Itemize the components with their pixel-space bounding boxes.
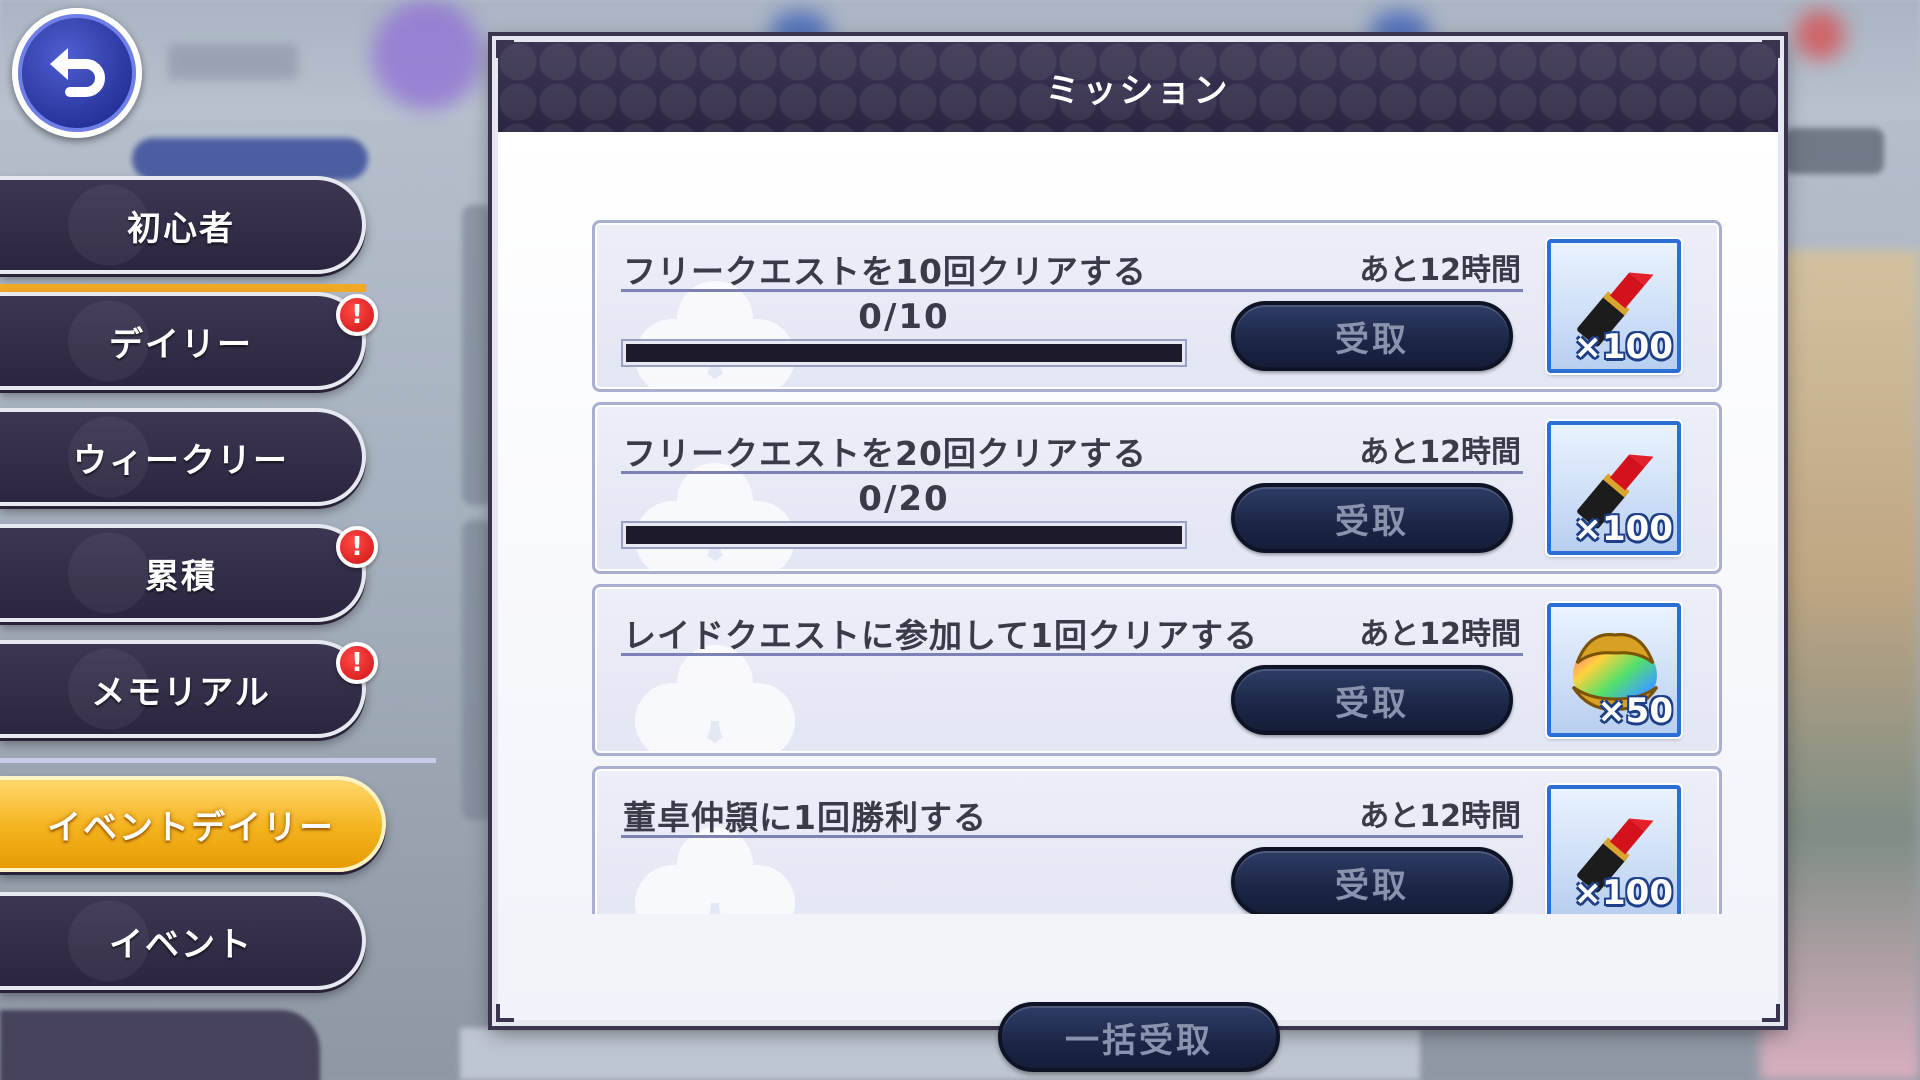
mission-time-left: あと12時間	[1359, 799, 1521, 834]
background-flower-decoration	[372, 0, 482, 110]
reward-item[interactable]: ×100	[1547, 785, 1681, 914]
mission-progress-bar	[621, 339, 1187, 367]
back-arrow-icon	[50, 48, 105, 97]
mission-title: 董卓仲頴に1回勝利する	[623, 798, 987, 837]
mission-divider	[621, 835, 1523, 838]
frame-corner	[496, 1004, 514, 1022]
tab-label: ウィークリー	[73, 440, 289, 481]
background-panel	[462, 520, 492, 820]
frame-corner	[1762, 1004, 1780, 1022]
tab-event[interactable]: イベント	[0, 892, 366, 990]
reward-item[interactable]: ×50	[1547, 603, 1681, 737]
tab-label: 初心者	[127, 208, 235, 249]
mission-progress-text: 0/20	[858, 479, 950, 519]
mission-title: フリークエストを10回クリアする	[623, 252, 1147, 291]
mission-divider	[621, 471, 1523, 474]
mission-item: フリークエストを10回クリアする あと12時間 0/10 受取 ×100	[592, 220, 1722, 392]
background-panel	[462, 205, 492, 505]
claim-button-label: 受取	[1335, 683, 1409, 724]
reward-quantity: ×100	[1573, 509, 1673, 549]
reward-quantity: ×50	[1597, 691, 1673, 731]
exclamation-icon: !	[351, 532, 363, 562]
tab-daily[interactable]: デイリー	[0, 292, 366, 390]
mission-title: レイドクエストに参加して1回クリアする	[623, 616, 1258, 655]
dialog-body: フリークエストを10回クリアする あと12時間 0/10 受取 ×100 フリー…	[498, 132, 1778, 1072]
tab-beginner-accent	[0, 284, 366, 292]
exclamation-icon: !	[351, 648, 363, 678]
claim-all-button[interactable]: 一括受取	[998, 1002, 1280, 1072]
reward-quantity: ×100	[1573, 327, 1673, 367]
tab-cumulative[interactable]: 累積	[0, 524, 366, 622]
back-button[interactable]	[12, 8, 142, 138]
claim-button[interactable]: 受取	[1231, 847, 1513, 914]
mission-time-left: あと12時間	[1359, 435, 1521, 470]
blurred-header-text	[168, 44, 298, 80]
mission-title: フリークエストを20回クリアする	[623, 434, 1147, 473]
background-icon	[1795, 10, 1845, 60]
dialog-title: ミッション	[1045, 70, 1231, 111]
background-character	[1760, 250, 1920, 1080]
sidebar-divider	[0, 758, 436, 763]
reward-item[interactable]: ×100	[1547, 239, 1681, 373]
tab-label: 累積	[145, 556, 217, 597]
notification-badge-memorial: !	[336, 642, 378, 684]
claim-button[interactable]: 受取	[1231, 483, 1513, 553]
mission-time-left: あと12時間	[1359, 253, 1521, 288]
blurred-bottom-button	[0, 1010, 320, 1080]
frame-corner	[496, 40, 514, 58]
exclamation-icon: !	[351, 300, 363, 330]
mission-item: フリークエストを20回クリアする あと12時間 0/20 受取 ×100	[592, 402, 1722, 574]
tab-label: デイリー	[109, 324, 253, 365]
claim-button[interactable]: 受取	[1231, 301, 1513, 371]
tab-beginner[interactable]: 初心者	[0, 176, 366, 274]
claim-button-label: 受取	[1335, 319, 1409, 360]
tab-label: イベントデイリー	[47, 807, 335, 848]
tab-event-daily[interactable]: イベントデイリー	[0, 776, 386, 872]
dialog-header: ミッション	[498, 42, 1778, 132]
notification-badge-cumulative: !	[336, 526, 378, 568]
mission-divider	[621, 653, 1523, 656]
mission-divider	[621, 289, 1523, 292]
mission-progress-bar	[621, 521, 1187, 549]
tab-memorial[interactable]: メモリアル	[0, 640, 366, 738]
tab-label: イベント	[109, 924, 253, 965]
blurred-header-pill	[132, 138, 368, 180]
mission-item: レイドクエストに参加して1回クリアする あと12時間 受取 ×50	[592, 584, 1722, 756]
mission-dialog: ミッション フリークエストを10回クリアする あと12時間 0/10 受取 ×1…	[488, 32, 1788, 1072]
mission-time-left: あと12時間	[1359, 617, 1521, 652]
mission-item: 董卓仲頴に1回勝利する あと12時間 受取 ×100	[592, 766, 1722, 914]
background-panel	[1784, 128, 1884, 174]
sakura-decoration-icon	[635, 645, 795, 753]
claim-button-label: 受取	[1335, 501, 1409, 542]
tab-weekly[interactable]: ウィークリー	[0, 408, 366, 506]
tab-label: メモリアル	[91, 672, 271, 713]
reward-quantity: ×100	[1573, 873, 1673, 913]
notification-badge-daily: !	[336, 294, 378, 336]
mission-progress-text: 0/10	[858, 297, 950, 337]
claim-button-label: 受取	[1335, 865, 1409, 906]
mission-list[interactable]: フリークエストを10回クリアする あと12時間 0/10 受取 ×100 フリー…	[592, 220, 1722, 914]
reward-item[interactable]: ×100	[1547, 421, 1681, 555]
claim-all-label: 一括受取	[1065, 1020, 1213, 1061]
frame-corner	[1762, 40, 1780, 58]
claim-button[interactable]: 受取	[1231, 665, 1513, 735]
